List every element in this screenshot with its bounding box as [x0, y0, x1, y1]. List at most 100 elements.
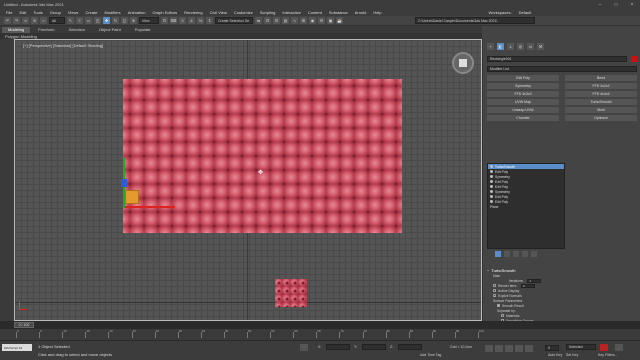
edit-poly-button[interactable]: Edit Poly [487, 75, 559, 81]
minimize-icon[interactable]: – [592, 0, 608, 9]
menu-customize[interactable]: Customize [234, 10, 253, 15]
goto-end-icon[interactable] [525, 345, 533, 352]
add-time-tag[interactable]: Add Time Tag [420, 353, 441, 357]
tab-freeform[interactable]: Freeform [32, 27, 60, 33]
named-selection-set[interactable]: Create Selection Se [215, 17, 253, 24]
material-editor-icon[interactable]: ◉ [309, 17, 316, 24]
current-frame-field[interactable]: 0 [545, 345, 559, 351]
pivot-icon[interactable]: ⊡ [161, 17, 168, 24]
y-coordinate-field[interactable] [362, 344, 386, 350]
ffd-2x2x2-button[interactable]: FFD 2x2x2 [565, 83, 637, 89]
menu-interactive[interactable]: Interactive [282, 10, 300, 15]
tufted-leather-panel[interactable] [123, 79, 402, 233]
viewcube-icon[interactable] [452, 52, 474, 74]
eye-icon[interactable] [490, 180, 493, 183]
ffd-4x4x4-button[interactable]: FFD 4x4x4 [565, 91, 637, 97]
move-gizmo-plane-handle[interactable] [125, 190, 139, 204]
reference-coordinate-system[interactable]: View [139, 17, 159, 24]
move-gizmo-x-axis[interactable] [125, 206, 175, 208]
eye-icon[interactable] [490, 200, 493, 203]
select-rotate-icon[interactable]: ↻ [112, 17, 119, 24]
render-icon[interactable]: ☕ [336, 17, 343, 24]
menu-substance[interactable]: Substance [329, 10, 348, 15]
track-bar[interactable]: 0 5 10 15 20 25 30 35 40 45 50 55 60 65 70 75 80 85 90 95 10… [0, 329, 640, 340]
undo-icon[interactable]: ↶ [4, 17, 11, 24]
redo-icon[interactable]: ↷ [13, 17, 20, 24]
selection-filter[interactable]: All [49, 17, 65, 24]
mirror-icon[interactable]: ⇆ [255, 17, 262, 24]
isoline-checkbox[interactable] [493, 289, 496, 292]
show-end-result-icon[interactable] [504, 251, 510, 257]
unlink-icon[interactable]: ⊘ [31, 17, 38, 24]
optimize-button[interactable]: Optimize [565, 115, 637, 121]
render-iters-spinner[interactable]: 0 [521, 283, 536, 288]
close-icon[interactable]: × [624, 0, 640, 9]
select-move-icon[interactable]: ✥ [103, 17, 110, 24]
tab-modeling[interactable]: Modeling [2, 26, 31, 33]
play-icon[interactable] [505, 345, 513, 352]
stack-item-plane[interactable]: Plane [488, 204, 564, 209]
snaps-toggle-icon[interactable]: 3 [179, 17, 186, 24]
rect-region-icon[interactable]: ▭ [85, 17, 92, 24]
chamfer-button[interactable]: Chamfer [487, 115, 559, 121]
iterations-spinner[interactable]: 1 [527, 278, 542, 283]
bend-button[interactable]: Bend [565, 75, 637, 81]
select-object-icon[interactable]: ↖ [67, 17, 74, 24]
spinner-snap-icon[interactable]: ⇕ [206, 17, 213, 24]
hierarchy-tab-icon[interactable]: ⊥ [507, 43, 514, 50]
move-gizmo-z-axis[interactable] [121, 179, 127, 187]
z-coordinate-field[interactable] [398, 344, 422, 350]
symmetry-button[interactable]: Symmetry [487, 83, 559, 89]
menu-arnold[interactable]: Arnold [355, 10, 367, 15]
auto-key-button[interactable]: Auto Key [548, 353, 562, 357]
scene-explorer-icon[interactable]: ▤ [282, 17, 289, 24]
remove-modifier-icon[interactable] [522, 251, 528, 257]
maxscript-listener[interactable]: MAXScript Mi [2, 344, 32, 351]
menu-scripting[interactable]: Scripting [260, 10, 276, 15]
collapse-icon[interactable]: − [487, 268, 489, 273]
motion-tab-icon[interactable]: ◎ [517, 43, 524, 50]
maximize-icon[interactable]: □ [608, 0, 624, 9]
percent-snap-icon[interactable]: % [197, 17, 204, 24]
uvw-map-button[interactable]: UVW Map [487, 99, 559, 105]
tab-object-paint[interactable]: Object Paint [93, 27, 127, 33]
previous-frame-icon[interactable] [495, 345, 503, 352]
time-slider-handle[interactable]: 0 / 100 [14, 322, 34, 328]
modifier-list-dropdown[interactable]: Modifier List [487, 66, 637, 72]
eye-icon[interactable] [490, 185, 493, 188]
materials-checkbox[interactable] [501, 314, 504, 317]
eye-icon[interactable] [490, 190, 493, 193]
curve-editor-icon[interactable]: ∿ [291, 17, 298, 24]
link-icon[interactable]: ∞ [22, 17, 29, 24]
render-setup-icon[interactable]: ⚙ [318, 17, 325, 24]
select-by-name-icon[interactable]: ≡ [76, 17, 83, 24]
smooth-result-checkbox[interactable] [497, 304, 500, 307]
x-coordinate-field[interactable] [326, 344, 350, 350]
layer-icon[interactable]: ☰ [273, 17, 280, 24]
display-tab-icon[interactable]: ▭ [527, 43, 534, 50]
ffd-3x3x3-button[interactable]: FFD 3x3x3 [487, 91, 559, 97]
object-color-swatch[interactable] [631, 56, 637, 62]
object-name-field[interactable]: Rectangle001 [487, 56, 627, 62]
utilities-tab-icon[interactable]: ⚒ [537, 43, 544, 50]
lock-selection-icon[interactable] [300, 344, 308, 351]
menu-create[interactable]: Create [85, 10, 97, 15]
keyboard-shortcut-icon[interactable]: ⌨ [170, 17, 177, 24]
time-config-icon[interactable] [615, 344, 623, 351]
menu-views[interactable]: Views [68, 10, 79, 15]
menu-tools[interactable]: Tools [33, 10, 42, 15]
bind-space-warp-icon[interactable]: ≈ [40, 17, 47, 24]
workspaces-value[interactable]: Default [519, 10, 532, 15]
tufted-leather-sample[interactable] [275, 279, 307, 307]
make-unique-icon[interactable] [513, 251, 519, 257]
configure-modifier-sets-icon[interactable] [531, 251, 537, 257]
select-scale-icon[interactable]: ◱ [121, 17, 128, 24]
eye-icon[interactable] [490, 170, 493, 173]
schematic-view-icon[interactable]: ⊞ [300, 17, 307, 24]
next-frame-icon[interactable] [515, 345, 523, 352]
angle-snap-icon[interactable]: ∠ [188, 17, 195, 24]
eye-icon[interactable] [490, 195, 493, 198]
time-slider-bar[interactable]: 0 / 100 [0, 321, 640, 329]
menu-civil-view[interactable]: Civil View [210, 10, 227, 15]
menu-help[interactable]: Help [373, 10, 381, 15]
